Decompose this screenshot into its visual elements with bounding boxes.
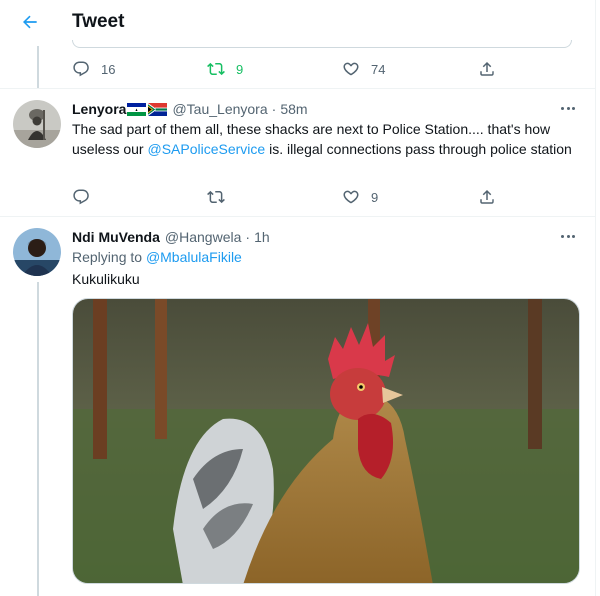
page-title: Tweet (72, 11, 125, 32)
replying-to-label: Replying to (72, 249, 143, 265)
divider (0, 216, 596, 217)
username-handle[interactable]: @Hangwela (165, 229, 241, 245)
display-name[interactable]: Lenyora (72, 101, 126, 117)
retweet-icon (207, 190, 225, 204)
share-icon (480, 189, 494, 204)
like-count: 74 (371, 61, 386, 77)
tweet-text-part: is. illegal connections pass through pol… (265, 141, 572, 157)
separator-dot: · (271, 101, 277, 117)
reply-tweet-actions: 9 (72, 186, 512, 208)
share-button[interactable] (478, 58, 496, 80)
tweet-timestamp[interactable]: 1h (254, 229, 270, 245)
south-africa-flag-icon (148, 102, 168, 116)
more-dot (572, 106, 576, 110)
tweet-text: Kukulikuku (72, 271, 140, 287)
display-name[interactable]: Ndi MuVenda (72, 229, 160, 245)
reply-button[interactable] (72, 186, 101, 208)
thread-line (37, 46, 39, 88)
username-handle[interactable]: @Tau_Lenyora (172, 101, 267, 117)
more-dots-icon (560, 234, 564, 238)
tweet-timestamp[interactable]: 58m (280, 101, 307, 117)
more-dot (566, 106, 570, 110)
main-tweet-actions: 16 9 74 (72, 58, 512, 80)
thread-line (37, 282, 39, 596)
more-options-button[interactable] (558, 228, 578, 244)
arrow-left-icon (23, 15, 37, 29)
avatar[interactable] (13, 228, 61, 276)
more-dot (572, 234, 576, 238)
mention-link[interactable]: @SAPoliceService (147, 141, 265, 157)
back-button[interactable] (14, 6, 46, 38)
retweet-icon (207, 62, 225, 76)
divider (0, 88, 596, 89)
share-icon (480, 61, 494, 76)
reply-icon (73, 189, 89, 205)
retweet-count: 9 (236, 61, 244, 77)
more-options-button[interactable] (558, 100, 578, 116)
like-button[interactable]: 74 (342, 58, 385, 80)
more-dots-icon (560, 106, 564, 110)
reply-icon (73, 61, 89, 77)
reply-count: 16 (101, 61, 116, 77)
replying-to-line: Replying to @MbalulaFikile (72, 249, 242, 265)
share-button[interactable] (478, 186, 496, 208)
like-button[interactable]: 9 (342, 186, 378, 208)
retweet-button[interactable]: 9 (207, 58, 243, 80)
rooster-photo (73, 299, 579, 583)
like-count: 9 (371, 189, 379, 205)
heart-icon (343, 62, 359, 76)
more-dot (566, 234, 570, 238)
tweet-media-image[interactable] (72, 298, 580, 584)
heart-icon (343, 190, 359, 204)
tweet-author-line: Ndi MuVenda @Hangwela · 1h (72, 228, 270, 246)
reply-button[interactable]: 16 (72, 58, 115, 80)
replying-to-link[interactable]: @MbalulaFikile (146, 249, 242, 265)
tweet-text: The sad part of them all, these shacks a… (72, 119, 572, 159)
retweet-button[interactable] (207, 186, 236, 208)
avatar[interactable] (13, 100, 61, 148)
quoted-tweet-card[interactable] (72, 40, 572, 48)
column-border (595, 0, 596, 596)
separator-dot: · (245, 229, 251, 245)
tweet-author-line: Lenyora @Tau_Lenyora · 58m (72, 100, 308, 118)
lesotho-flag-icon (127, 102, 147, 116)
